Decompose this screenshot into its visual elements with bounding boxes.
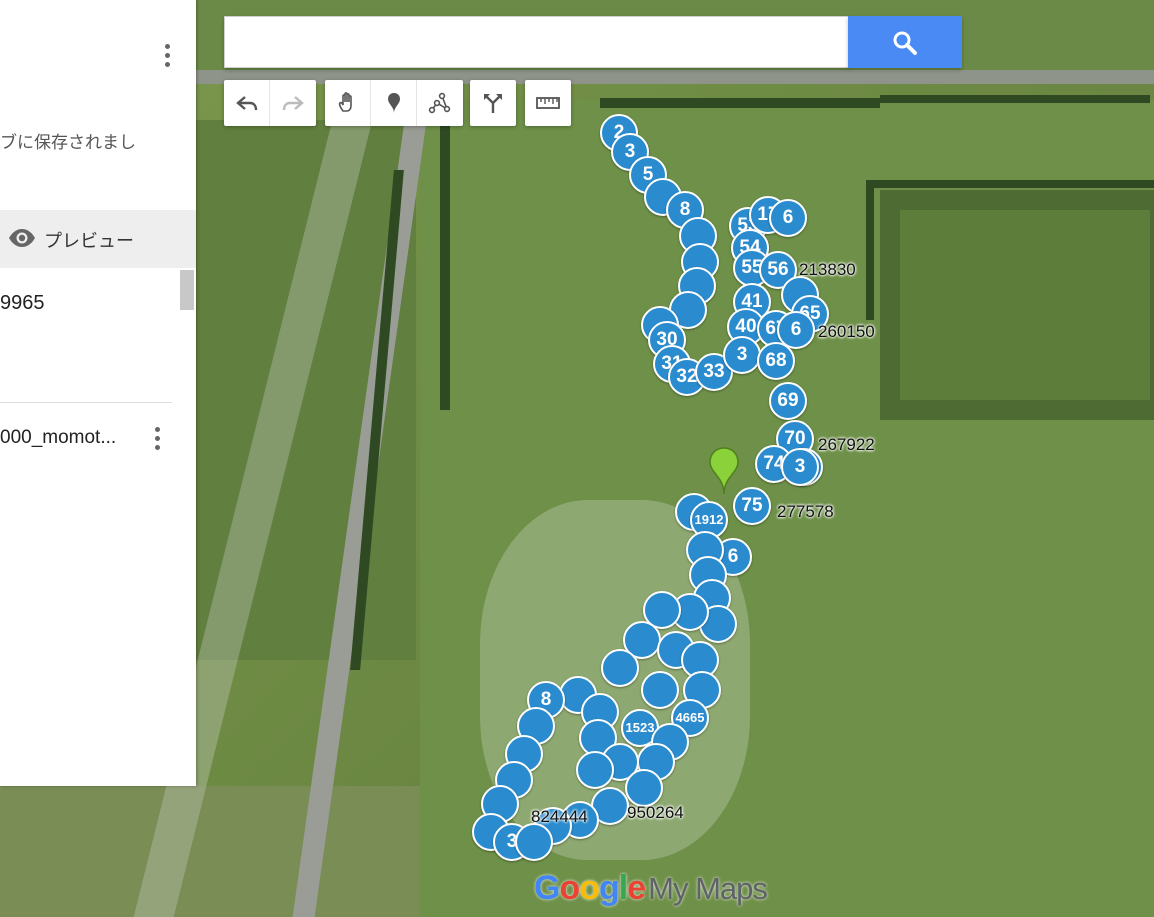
preview-button[interactable]: プレビュー: [0, 210, 196, 268]
hedge: [866, 180, 1154, 188]
scrollbar[interactable]: [180, 270, 194, 310]
timestamp-label: 260150: [818, 322, 875, 341]
search-input[interactable]: [225, 17, 848, 67]
panel-value: 9965: [0, 292, 45, 314]
eye-icon: [9, 229, 35, 247]
field-area: [0, 786, 420, 917]
undo-button[interactable]: [224, 80, 270, 126]
track-marker[interactable]: 68: [757, 342, 795, 380]
logo-letter: e: [627, 869, 646, 907]
pan-button[interactable]: [325, 80, 371, 126]
track-marker[interactable]: 69: [769, 382, 807, 420]
search-box: [224, 16, 849, 68]
search-button[interactable]: [848, 16, 962, 68]
google-my-maps-logo: GoogleMy Maps: [534, 869, 768, 908]
search-icon: [893, 31, 917, 55]
divider: [0, 402, 172, 403]
hedge: [440, 90, 450, 410]
draw-toolbar: [325, 80, 463, 126]
measure-button[interactable]: [525, 80, 571, 126]
logo-my-maps: My Maps: [648, 871, 768, 906]
layers-panel: ブに保存されまし プレビュー 9965 000_momot...: [0, 0, 196, 786]
redo-icon: [282, 96, 304, 111]
track-marker[interactable]: [515, 823, 553, 861]
logo-letter: G: [534, 869, 560, 907]
add-marker-button[interactable]: [371, 80, 417, 126]
draw-line-button[interactable]: [417, 80, 463, 126]
timestamp-label: 267922: [818, 435, 875, 454]
track-marker[interactable]: 3: [781, 448, 819, 486]
track-marker[interactable]: [601, 649, 639, 687]
hedge: [600, 98, 880, 108]
history-toolbar: [224, 80, 316, 126]
hedge: [880, 95, 1150, 103]
draw-line-icon: [428, 92, 451, 114]
timestamp-label: 213830: [799, 260, 856, 279]
logo-letter: l: [618, 869, 629, 907]
track-marker[interactable]: [576, 751, 614, 789]
logo-letter: g: [599, 869, 620, 907]
timestamp-label: 950264: [627, 803, 684, 822]
map-pin-icon[interactable]: [709, 447, 739, 495]
layer-name[interactable]: 000_momot...: [0, 427, 116, 449]
redo-button[interactable]: [270, 80, 316, 126]
save-status-text: ブに保存されまし: [0, 133, 136, 152]
directions-toolbar: [470, 80, 516, 126]
track-marker[interactable]: [625, 769, 663, 807]
field-area: [900, 210, 1150, 400]
undo-icon: [236, 96, 258, 111]
hedge: [866, 180, 874, 320]
marker-icon: [388, 93, 400, 113]
measure-toolbar: [525, 80, 571, 126]
timestamp-label: 277578: [777, 502, 834, 521]
ruler-icon: [536, 97, 560, 109]
preview-label: プレビュー: [44, 231, 134, 251]
hand-icon: [338, 92, 352, 112]
more-options-icon[interactable]: [165, 44, 171, 71]
directions-icon: [484, 94, 502, 113]
track-marker[interactable]: 3: [723, 336, 761, 374]
layer-options-icon[interactable]: [155, 427, 161, 454]
directions-button[interactable]: [470, 80, 516, 126]
logo-letter: o: [579, 869, 600, 907]
track-marker[interactable]: 6: [769, 199, 807, 237]
timestamp-label: 824444: [531, 807, 588, 826]
track-marker[interactable]: [641, 671, 679, 709]
logo-letter: o: [559, 869, 580, 907]
